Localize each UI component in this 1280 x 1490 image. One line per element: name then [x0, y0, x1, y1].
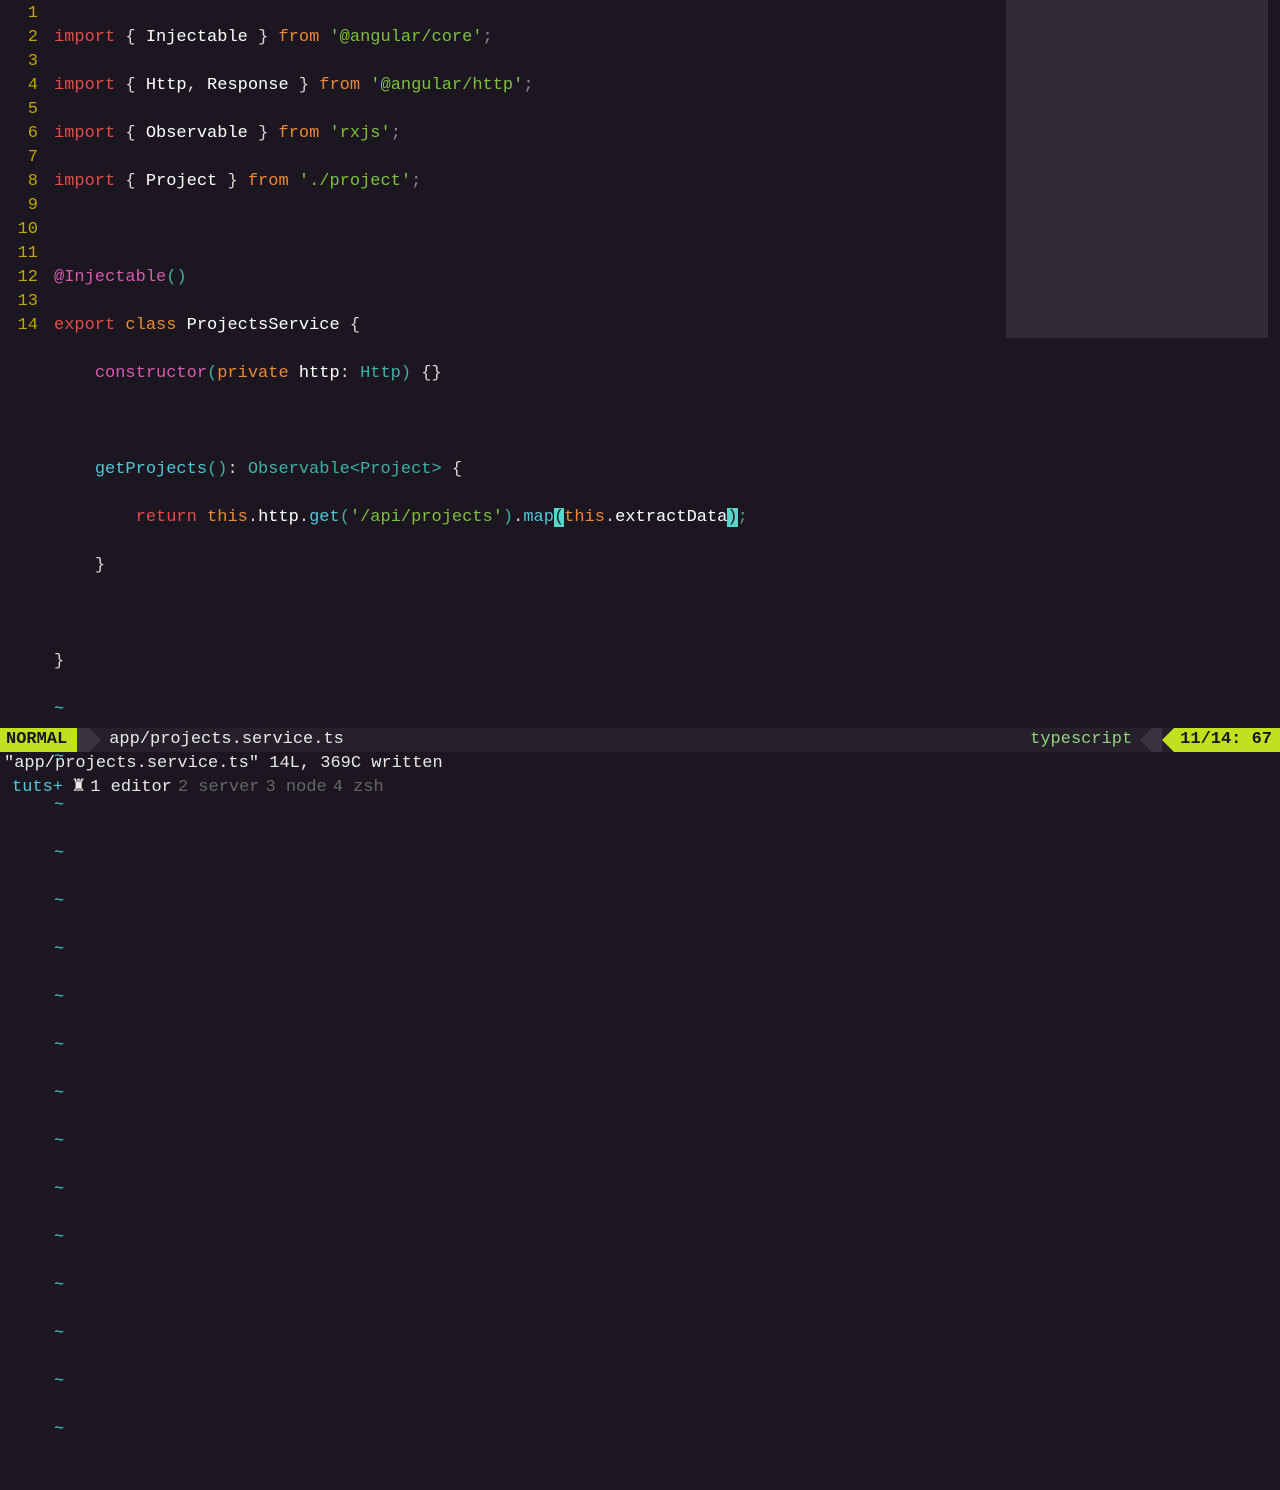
tilde-line: ~	[54, 1322, 1280, 1346]
code-line	[54, 410, 1280, 434]
tilde-line: ~	[54, 890, 1280, 914]
code-line: import { Http, Response } from '@angular…	[54, 74, 1280, 98]
gutter: 1 2 3 4 5 6 7 8 9 10 11 12 13 14	[0, 0, 46, 338]
vim-mode-indicator: NORMAL	[0, 728, 77, 752]
tmux-window[interactable]: 3 node	[266, 776, 327, 800]
code-line: import { Project } from './project';	[54, 170, 1280, 194]
code-line: @Injectable()	[54, 266, 1280, 290]
line-number: 2	[0, 26, 38, 50]
line-number: 6	[0, 122, 38, 146]
tilde-line: ~	[54, 986, 1280, 1010]
separator-icon	[1152, 728, 1162, 752]
code-line: import { Observable } from 'rxjs';	[54, 122, 1280, 146]
line-number: 5	[0, 98, 38, 122]
code-line: return this.http.get('/api/projects').ma…	[54, 506, 1280, 530]
code-line: export class ProjectsService {	[54, 314, 1280, 338]
code-line: }	[54, 554, 1280, 578]
tilde-line: ~	[54, 1178, 1280, 1202]
line-number: 9	[0, 194, 38, 218]
line-number: 8	[0, 170, 38, 194]
tilde-line: ~	[54, 1370, 1280, 1394]
line-number: 10	[0, 218, 38, 242]
tmux-window[interactable]: 1 editor	[90, 776, 172, 800]
status-bar: NORMAL app/projects.service.ts typescrip…	[0, 728, 1280, 752]
tilde-line: ~	[54, 1418, 1280, 1442]
line-number: 13	[0, 290, 38, 314]
line-number: 7	[0, 146, 38, 170]
tilde-line: ~	[54, 1226, 1280, 1250]
separator-icon	[1140, 728, 1152, 752]
tmux-icon: ♜	[71, 776, 86, 800]
code-line	[54, 602, 1280, 626]
tilde-line: ~	[54, 842, 1280, 866]
separator-icon	[1162, 728, 1174, 752]
line-number: 1	[0, 2, 38, 26]
line-number: 11	[0, 242, 38, 266]
file-path: app/projects.service.ts	[89, 728, 1030, 752]
tmux-window[interactable]: 4 zsh	[333, 776, 384, 800]
tilde-line: ~	[54, 1082, 1280, 1106]
tmux-session-name: tuts+	[12, 776, 63, 800]
cursor-position: 11/14: 67	[1174, 728, 1280, 752]
tilde-line: ~	[54, 938, 1280, 962]
editor-area[interactable]: 1 2 3 4 5 6 7 8 9 10 11 12 13 14 import …	[0, 0, 1280, 728]
separator-icon	[77, 728, 89, 752]
line-number: 4	[0, 74, 38, 98]
tilde-line: ~	[54, 698, 1280, 722]
line-number: 14	[0, 314, 38, 338]
file-type: typescript	[1030, 728, 1140, 752]
code-line: }	[54, 650, 1280, 674]
tmux-status-bar: tuts+ ♜ 1 editor 2 server 3 node 4 zsh	[0, 776, 1280, 800]
tilde-line: ~	[54, 1034, 1280, 1058]
code-line	[54, 218, 1280, 242]
tmux-window[interactable]: 2 server	[178, 776, 260, 800]
matching-paren-open: (	[554, 508, 564, 527]
tilde-line: ~	[54, 1130, 1280, 1154]
matching-paren-close: )	[727, 508, 737, 527]
tilde-line: ~	[54, 1274, 1280, 1298]
code-line: constructor(private http: Http) {}	[54, 362, 1280, 386]
line-number: 3	[0, 50, 38, 74]
vim-message: "app/projects.service.ts" 14L, 369C writ…	[0, 752, 1280, 776]
code-line: getProjects(): Observable<Project> {	[54, 458, 1280, 482]
code-line: import { Injectable } from '@angular/cor…	[54, 26, 1280, 50]
line-number: 12	[0, 266, 38, 290]
